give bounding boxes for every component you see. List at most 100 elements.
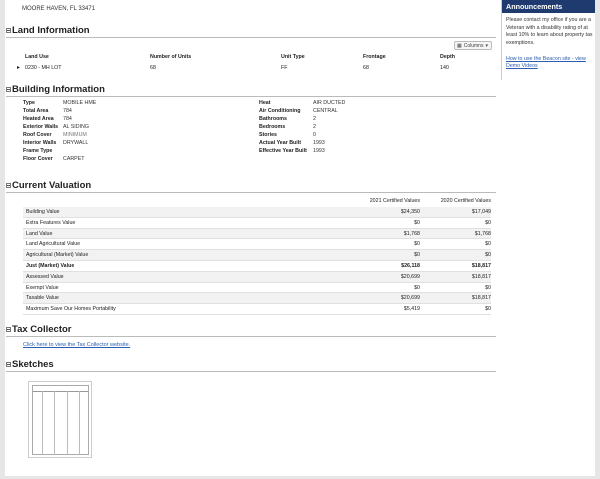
owner-address: MOORE HAVEN, FL 33471: [22, 6, 96, 12]
sketches-section-toggle[interactable]: Sketches: [6, 359, 54, 370]
value-2020: $0: [485, 252, 491, 259]
grid-icon: ▦: [457, 42, 462, 49]
table-row: Assessed Value $20,699 $18,817: [23, 271, 491, 283]
field-value: 2: [313, 116, 316, 122]
field-value: 1993: [313, 140, 325, 146]
value-2020: $0: [485, 241, 491, 248]
value-2020: $18,817: [471, 273, 491, 280]
tax-section-title: Tax Collector: [12, 324, 72, 335]
table-row: Land Agricultural Value $0 $0: [23, 239, 491, 251]
announcements-panel: Announcements Please contact my office i…: [501, 0, 595, 80]
land-table-header: Land Use Number of Units Unit Type Front…: [19, 51, 495, 62]
valuation-label: Assessed Value: [26, 273, 64, 280]
col-header-units: Number of Units: [150, 53, 192, 60]
valuation-label: Maximum Save Our Homes Portability: [26, 306, 116, 313]
collapse-icon[interactable]: [6, 87, 11, 92]
value-2021: $0: [414, 252, 420, 259]
field-label: Interior Walls: [23, 140, 57, 146]
field-value: 784: [63, 108, 72, 114]
col-header-2020: 2020 Certified Values: [440, 198, 491, 204]
divider: [6, 96, 496, 97]
sketches-section-title: Sketches: [12, 359, 54, 370]
table-row: Taxable Value $20,699 $18,817: [23, 293, 491, 305]
field-value: MINIMUM: [63, 132, 87, 138]
valuation-section-title: Current Valuation: [12, 180, 92, 191]
building-section-toggle[interactable]: Building Information: [6, 84, 105, 95]
land-use-cell: 0230 - MH LOT: [25, 64, 62, 71]
col-header-frontage: Frontage: [363, 53, 386, 60]
sketch-thumbnail[interactable]: [28, 381, 92, 458]
value-2021: $5,419: [403, 306, 420, 313]
table-row: Just (Market) Value $26,118 $18,817: [23, 261, 491, 272]
field-label: Frame Type: [23, 148, 53, 154]
field-value: MOBILE HME: [63, 100, 97, 106]
valuation-label: Taxable Value: [26, 295, 59, 302]
collapse-icon[interactable]: [6, 362, 11, 367]
field-value: CARPET: [63, 156, 85, 162]
value-2021: $1,768: [403, 230, 420, 237]
col-header-2021: 2021 Certified Values: [369, 198, 420, 204]
collapse-icon[interactable]: [6, 28, 11, 33]
valuation-label: Just (Market) Value: [26, 263, 75, 269]
building-section-title: Building Information: [12, 84, 105, 95]
valuation-label: Building Value: [26, 209, 60, 215]
value-2020: $17,049: [471, 209, 491, 215]
sketch-drawing: [32, 385, 89, 455]
field-value: CENTRAL: [313, 108, 338, 114]
valuation-label: Land Value: [26, 230, 53, 237]
expand-row-icon[interactable]: ▸: [17, 64, 20, 71]
value-2020: $18,817: [471, 295, 491, 302]
value-2021: $26,118: [401, 263, 420, 269]
field-label: Total Area: [23, 108, 49, 114]
property-record-page: MOORE HAVEN, FL 33471 Land Information ▦…: [5, 0, 595, 476]
valuation-section-toggle[interactable]: Current Valuation: [6, 180, 91, 191]
field-label: Effective Year Built: [259, 148, 307, 154]
unit-type-cell: FF: [281, 64, 288, 71]
field-label: Heat: [259, 100, 271, 106]
field-label: Air Conditioning: [259, 108, 301, 114]
table-row: Land Value $1,768 $1,768: [23, 228, 491, 240]
table-row: Exempt Value $0 $0: [23, 283, 491, 294]
announcements-title: Announcements: [502, 0, 595, 13]
tax-collector-link[interactable]: Click here to view the Tax Collector web…: [23, 342, 130, 348]
field-label: Heated Area: [23, 116, 54, 122]
field-value: AIR DUCTED: [313, 100, 346, 106]
field-label: Stories: [259, 132, 277, 138]
valuation-label: Extra Features Value: [26, 219, 76, 226]
field-label: Type: [23, 100, 35, 106]
sketch-line: [42, 391, 43, 455]
value-2020: $0: [485, 284, 491, 291]
valuation-label: Land Agricultural Value: [26, 241, 81, 248]
depth-cell: 140: [440, 64, 449, 71]
value-2020: $0: [485, 306, 491, 313]
collapse-icon[interactable]: [6, 327, 11, 332]
chevron-down-icon: ▾: [485, 42, 488, 49]
sketch-line: [79, 391, 80, 455]
field-label: Exterior Walls: [23, 124, 59, 130]
tax-section-toggle[interactable]: Tax Collector: [6, 324, 71, 335]
value-2021: $20,699: [400, 295, 420, 302]
value-2021: $20,699: [400, 273, 420, 280]
collapse-icon[interactable]: [6, 183, 11, 188]
columns-button[interactable]: ▦ Columns ▾: [454, 41, 492, 50]
land-section-toggle[interactable]: Land Information: [6, 25, 90, 36]
table-row: Building Value $24,350 $17,049: [23, 207, 491, 218]
field-value: 1993: [313, 148, 325, 154]
field-value: 0: [313, 132, 316, 138]
demo-videos-link[interactable]: How to use the Beacon site - view Demo V…: [506, 56, 594, 70]
land-section-title: Land Information: [12, 25, 90, 36]
col-header-unit-type: Unit Type: [281, 53, 305, 60]
table-row[interactable]: ▸ 0230 - MH LOT 68 FF 68 140: [17, 62, 495, 73]
divider: [6, 336, 496, 337]
columns-button-label: Columns: [463, 42, 484, 49]
col-header-depth: Depth: [440, 53, 456, 60]
sketch-line: [67, 391, 68, 455]
valuation-label: Exempt Value: [26, 284, 59, 291]
field-value: 2: [313, 124, 316, 130]
field-label: Floor Cover: [23, 156, 53, 162]
field-label: Bedrooms: [259, 124, 286, 130]
table-row: Extra Features Value $0 $0: [23, 218, 491, 229]
announcement-text: Please contact my office if you are a Ve…: [506, 17, 593, 46]
sketch-line: [54, 391, 55, 455]
table-row: Maximum Save Our Homes Portability $5,419…: [23, 304, 491, 315]
